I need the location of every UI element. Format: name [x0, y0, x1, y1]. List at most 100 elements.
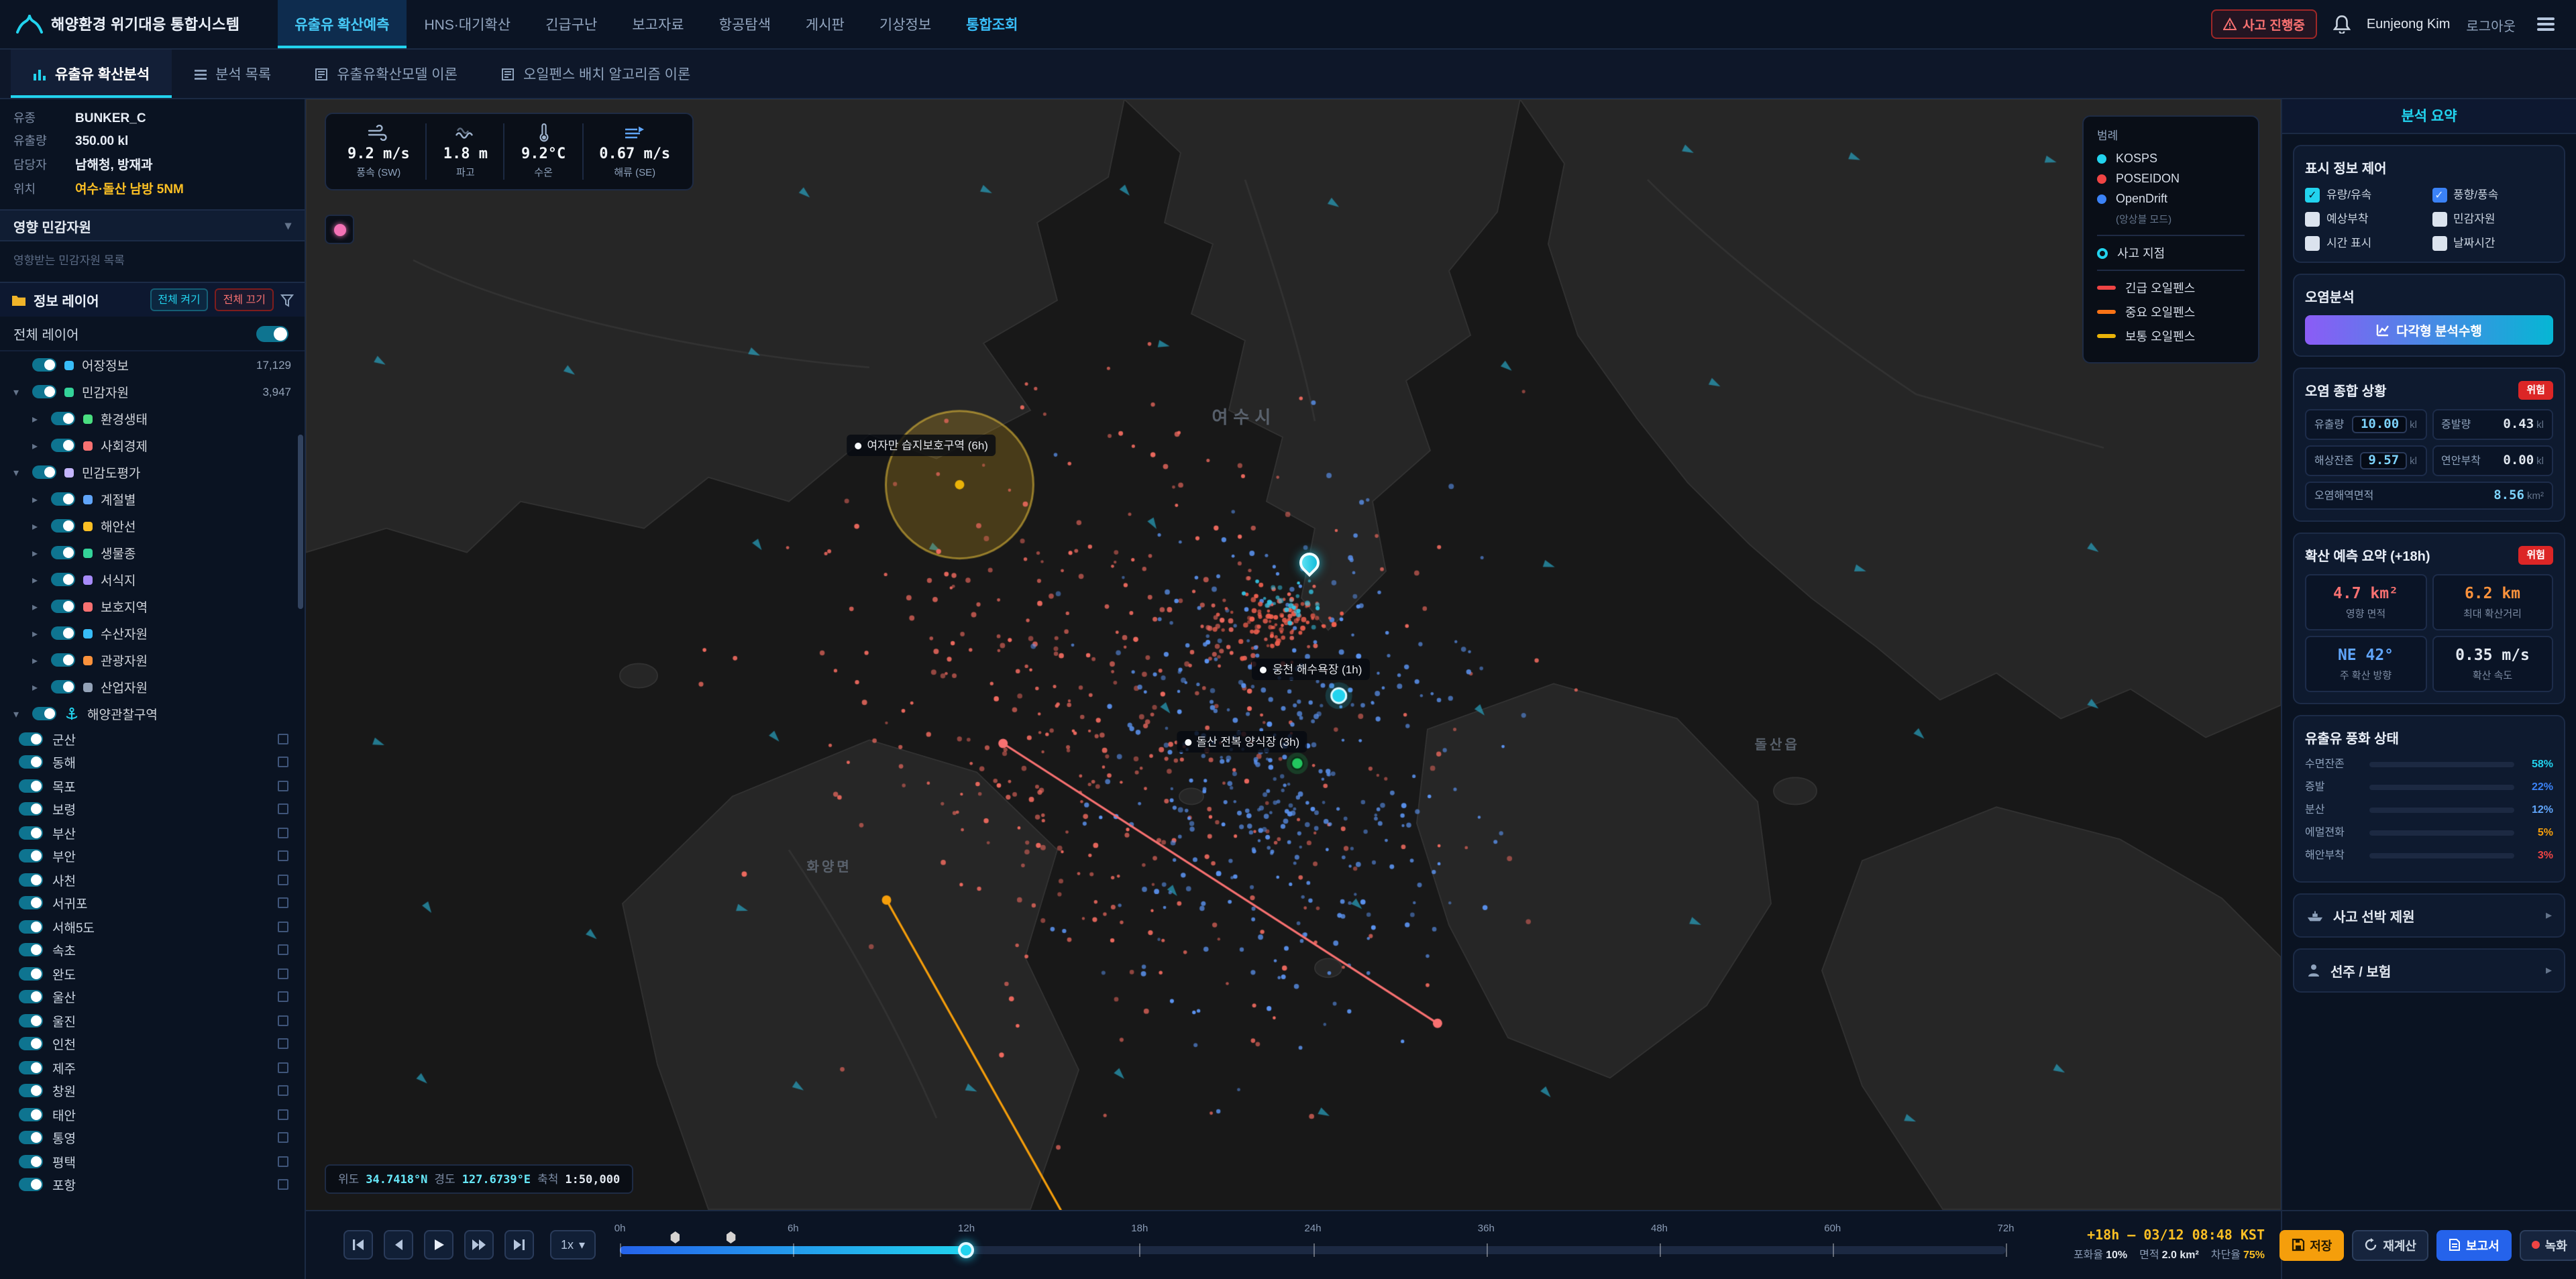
layer-toggle[interactable] [19, 1108, 43, 1121]
nav-item-2[interactable]: 긴급구난 [528, 0, 614, 48]
layer-toggle[interactable] [51, 492, 75, 506]
재계산-button[interactable]: 재계산 [2352, 1229, 2428, 1260]
layer-row-2-5[interactable]: ▸수산자원 [0, 620, 305, 647]
nav-item-5[interactable]: 게시판 [788, 0, 862, 48]
region-map-icon[interactable] [278, 992, 288, 1003]
skip-start-button[interactable] [343, 1230, 373, 1260]
layer-toggle[interactable] [19, 1131, 43, 1145]
layer-toggle[interactable] [19, 756, 43, 769]
region-map-icon[interactable] [278, 781, 288, 791]
layer-toggle[interactable] [19, 967, 43, 981]
display-option-5[interactable]: 날짜시간 [2432, 235, 2553, 251]
region-map-icon[interactable] [278, 851, 288, 862]
region-map-icon[interactable] [278, 1133, 288, 1144]
region-row-4[interactable]: 부산 [0, 821, 305, 844]
layer-toggle[interactable] [51, 546, 75, 559]
sidebar-scrollbar[interactable] [298, 435, 303, 609]
collapsible-1[interactable]: 선주 / 보험▸ [2293, 948, 2565, 993]
display-option-0[interactable]: ✓유량/유속 [2305, 186, 2426, 203]
보고서-button[interactable]: 보고서 [2436, 1229, 2512, 1260]
timeline-bookmark-1[interactable] [726, 1231, 735, 1243]
timeline-handle[interactable] [959, 1242, 975, 1258]
satellite-layer-button[interactable] [325, 215, 354, 244]
layer-row-2-2[interactable]: ▸생물종 [0, 539, 305, 566]
display-option-1[interactable]: ✓풍향/풍속 [2432, 186, 2553, 203]
map-marker-0[interactable]: 여자만 습지보호구역 (6h) [847, 435, 996, 456]
tab-0[interactable]: 유출유 확산분석 [11, 50, 171, 98]
layer-toggle[interactable] [19, 779, 43, 793]
layer-toggle[interactable] [19, 1038, 43, 1051]
playback-speed-select[interactable]: 1x▾ [550, 1230, 596, 1260]
region-row-8[interactable]: 서해5도 [0, 915, 305, 938]
region-map-icon[interactable] [278, 1015, 288, 1026]
menu-icon[interactable] [2532, 12, 2560, 36]
layer-toggle[interactable] [51, 600, 75, 613]
nav-item-7[interactable]: 통합조회 [949, 0, 1035, 48]
region-row-1[interactable]: 동해 [0, 750, 305, 774]
layer-toggle[interactable] [32, 707, 56, 720]
region-row-0[interactable]: 군산 [0, 727, 305, 750]
layer-toggle[interactable] [19, 991, 43, 1004]
layer-toggle[interactable] [19, 920, 43, 934]
region-row-16[interactable]: 태안 [0, 1103, 305, 1126]
layer-toggle[interactable] [19, 873, 43, 887]
layer-row-2-0[interactable]: ▸계절별 [0, 486, 305, 512]
nav-item-6[interactable]: 기상정보 [862, 0, 949, 48]
layer-toggle[interactable] [32, 385, 56, 398]
filter-icon[interactable] [280, 293, 294, 307]
master-layer-toggle[interactable] [256, 325, 288, 341]
nav-item-1[interactable]: HNS·대기확산 [407, 0, 528, 48]
layer-toggle[interactable] [19, 1178, 43, 1192]
layer-toggle[interactable] [51, 680, 75, 693]
layers-all-off-button[interactable]: 전체 끄기 [215, 288, 274, 311]
region-row-18[interactable]: 평택 [0, 1150, 305, 1173]
region-row-11[interactable]: 울산 [0, 985, 305, 1009]
region-map-icon[interactable] [278, 1156, 288, 1167]
layer-toggle[interactable] [19, 803, 43, 816]
layer-row-1-1[interactable]: ▸사회경제 [0, 432, 305, 459]
layer-row-3[interactable]: ▾해양관찰구역 [0, 700, 305, 727]
user-name[interactable]: Eunjeong Kim [2367, 17, 2451, 32]
layer-toggle[interactable] [19, 897, 43, 910]
checkbox[interactable]: ✓ [2305, 187, 2320, 202]
status-value[interactable]: 9.57 [2360, 452, 2407, 469]
tab-3[interactable]: 오일펜스 배치 알고리즘 이론 [479, 50, 712, 98]
map[interactable]: 여수시화양면돌산읍 여자만 습지보호구역 (6h)웅천 해수욕장 (1h)돌산 … [306, 99, 2281, 1209]
layer-row-0[interactable]: 어장정보17,129 [0, 351, 305, 378]
layer-toggle[interactable] [19, 1155, 43, 1168]
region-row-12[interactable]: 울진 [0, 1009, 305, 1032]
layer-toggle[interactable] [51, 519, 75, 533]
region-map-icon[interactable] [278, 804, 288, 815]
layer-row-2-4[interactable]: ▸보호지역 [0, 593, 305, 620]
region-map-icon[interactable] [278, 875, 288, 885]
checkbox[interactable] [2305, 235, 2320, 250]
region-row-6[interactable]: 사천 [0, 868, 305, 891]
layer-toggle[interactable] [19, 944, 43, 957]
nav-item-4[interactable]: 항공탐색 [702, 0, 788, 48]
region-row-5[interactable]: 부안 [0, 844, 305, 868]
layer-row-2-6[interactable]: ▸관광자원 [0, 647, 305, 673]
layer-toggle[interactable] [19, 1014, 43, 1027]
region-map-icon[interactable] [278, 757, 288, 768]
checkbox[interactable] [2305, 211, 2320, 226]
impact-section-header[interactable]: 영향 민감자원 ▾ [0, 209, 305, 241]
region-map-icon[interactable] [278, 1086, 288, 1097]
layer-row-1[interactable]: ▾민감자원3,947 [0, 378, 305, 405]
layer-toggle[interactable] [51, 626, 75, 640]
layer-row-2[interactable]: ▾민감도평가 [0, 459, 305, 486]
region-row-7[interactable]: 서귀포 [0, 891, 305, 915]
region-map-icon[interactable] [278, 922, 288, 932]
play-button[interactable] [424, 1230, 453, 1260]
checkbox[interactable] [2432, 211, 2447, 226]
region-row-14[interactable]: 제주 [0, 1056, 305, 1079]
status-value[interactable]: 10.00 [2353, 416, 2407, 433]
skip-end-button[interactable] [504, 1230, 534, 1260]
timeline-bookmark-0[interactable] [671, 1231, 680, 1243]
region-map-icon[interactable] [278, 1039, 288, 1050]
region-map-icon[interactable] [278, 898, 288, 909]
simulation-canvas[interactable] [306, 99, 2281, 1209]
display-option-4[interactable]: 시간 표시 [2305, 235, 2426, 251]
region-row-2[interactable]: 목포 [0, 774, 305, 797]
layer-toggle[interactable] [51, 412, 75, 425]
region-map-icon[interactable] [278, 1109, 288, 1120]
